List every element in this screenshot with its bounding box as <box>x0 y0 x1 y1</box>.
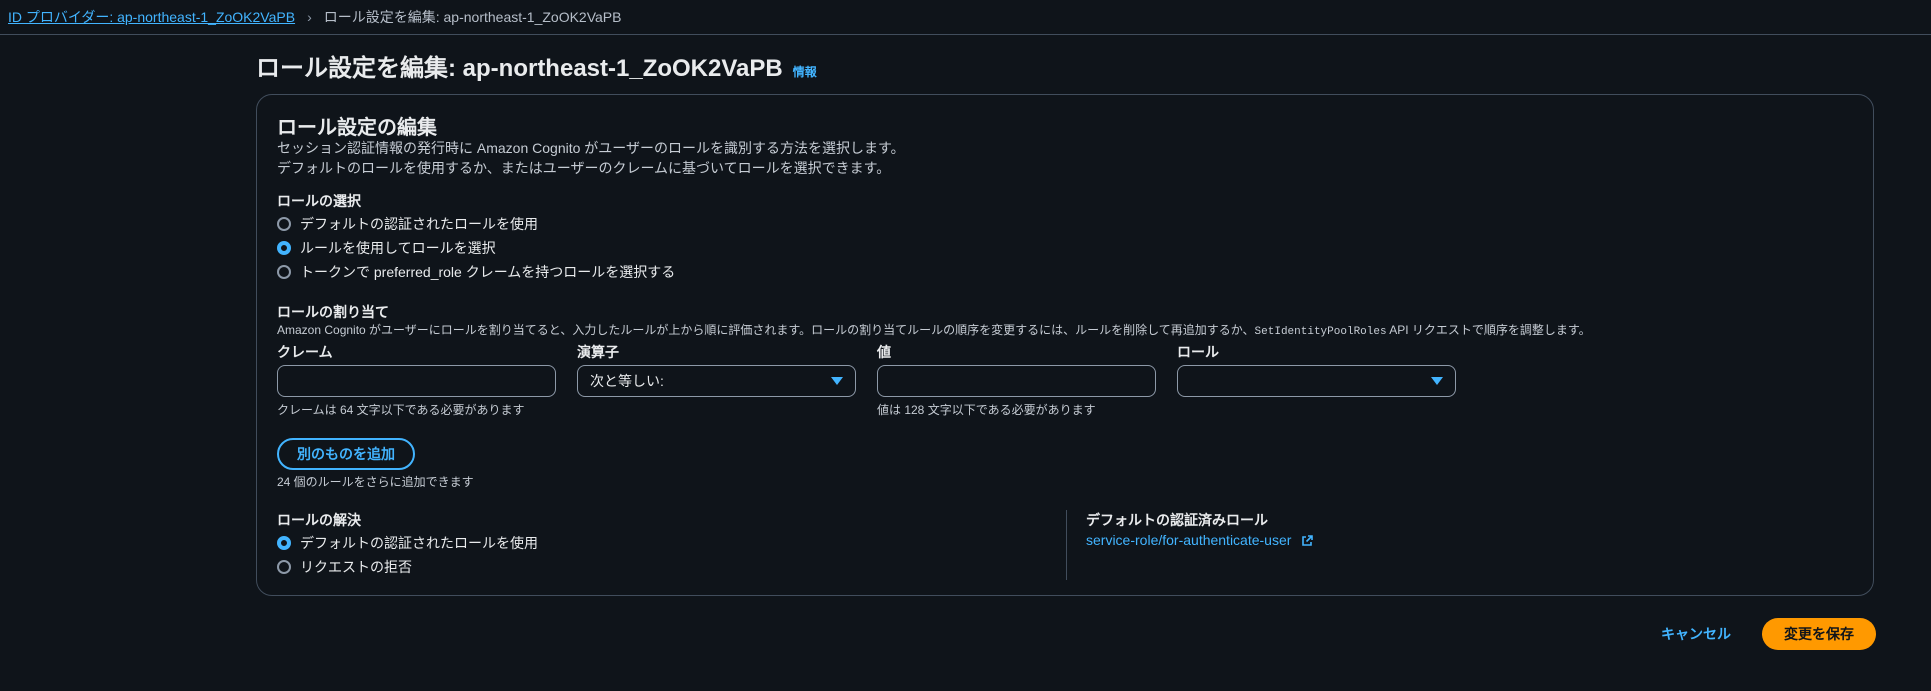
radio-label: トークンで preferred_role クレームを持つロールを選択する <box>300 264 676 280</box>
chevron-right-icon: › <box>307 9 312 25</box>
operator-selected-value: 次と等しい: <box>590 373 664 389</box>
caret-down-icon <box>831 377 843 385</box>
radio-use-rules[interactable]: ルールを使用してロールを選択 <box>277 238 496 258</box>
value-input[interactable] <box>877 365 1156 397</box>
radio-checked-icon <box>277 536 291 550</box>
claim-hint: クレームは 64 文字以下である必要があります <box>277 403 525 417</box>
column-divider <box>1066 510 1067 580</box>
description-text: Amazon Cognito がユーザーにロールを割り当てると、入力したルールが… <box>277 323 1255 337</box>
panel-description-line2: デフォルトのロールを使用するか、またはユーザーのクレームに基づいてロールを選択で… <box>277 160 891 176</box>
value-label: 値 <box>877 344 891 360</box>
breadcrumb-parent-link[interactable]: ID プロバイダー: ap-northeast-1_ZoOK2VaPB <box>8 7 295 27</box>
role-assignment-description: Amazon Cognito がユーザーにロールを割り当てると、入力したルールが… <box>277 321 1591 338</box>
panel-title: ロール設定の編集 <box>277 117 437 139</box>
default-authenticated-role-label: デフォルトの認証済みロール <box>1086 512 1268 528</box>
default-role-link-container: service-role/for-authenticate-user <box>1086 532 1314 548</box>
radio-label: デフォルトの認証されたロールを使用 <box>300 216 538 232</box>
info-link[interactable]: 情報 <box>793 63 817 80</box>
claim-input[interactable] <box>277 365 556 397</box>
radio-label: リクエストの拒否 <box>300 559 412 575</box>
cancel-button[interactable]: キャンセル <box>1649 618 1743 650</box>
radio-icon <box>277 265 291 279</box>
radio-icon <box>277 560 291 574</box>
add-another-button[interactable]: 別のものを追加 <box>277 438 415 470</box>
breadcrumb: ID プロバイダー: ap-northeast-1_ZoOK2VaPB › ロー… <box>8 5 621 29</box>
claim-label: クレーム <box>277 344 333 360</box>
api-name: SetIdentityPoolRoles <box>1254 326 1387 338</box>
save-changes-button[interactable]: 変更を保存 <box>1762 618 1876 650</box>
role-resolution-label: ロールの解決 <box>277 512 361 528</box>
radio-use-default-role[interactable]: デフォルトの認証されたロールを使用 <box>277 214 538 234</box>
radio-checked-icon <box>277 241 291 255</box>
header-divider <box>0 34 1931 35</box>
role-label: ロール <box>1177 344 1219 360</box>
page-title-container: ロール設定を編集: ap-northeast-1_ZoOK2VaPB 情報 <box>256 48 817 83</box>
description-text-suffix: API リクエストで順序を調整します。 <box>1386 323 1591 337</box>
role-selection-label: ロールの選択 <box>277 193 361 209</box>
edit-role-settings-panel: ロール設定の編集 セッション認証情報の発行時に Amazon Cognito が… <box>256 94 1874 596</box>
default-role-link[interactable]: service-role/for-authenticate-user <box>1086 532 1291 548</box>
remaining-rules-text: 24 個のルールをさらに追加できます <box>277 475 474 489</box>
radio-deny-request[interactable]: リクエストの拒否 <box>277 557 412 577</box>
radio-icon <box>277 217 291 231</box>
caret-down-icon <box>1431 377 1443 385</box>
panel-description-line1: セッション認証情報の発行時に Amazon Cognito がユーザーのロールを… <box>277 140 905 156</box>
role-assignment-label: ロールの割り当て <box>277 304 389 320</box>
external-link-icon <box>1302 535 1314 547</box>
page-title: ロール設定を編集: ap-northeast-1_ZoOK2VaPB <box>256 55 783 82</box>
role-select[interactable] <box>1177 365 1456 397</box>
radio-label: デフォルトの認証されたロールを使用 <box>300 535 538 551</box>
radio-resolution-default-role[interactable]: デフォルトの認証されたロールを使用 <box>277 533 538 553</box>
radio-label: ルールを使用してロールを選択 <box>300 240 496 256</box>
radio-preferred-role-claim[interactable]: トークンで preferred_role クレームを持つロールを選択する <box>277 262 675 282</box>
breadcrumb-current: ロール設定を編集: ap-northeast-1_ZoOK2VaPB <box>323 9 622 25</box>
value-hint: 値は 128 文字以下である必要があります <box>877 403 1096 417</box>
operator-label: 演算子 <box>577 344 619 360</box>
operator-select[interactable]: 次と等しい: <box>577 365 856 397</box>
